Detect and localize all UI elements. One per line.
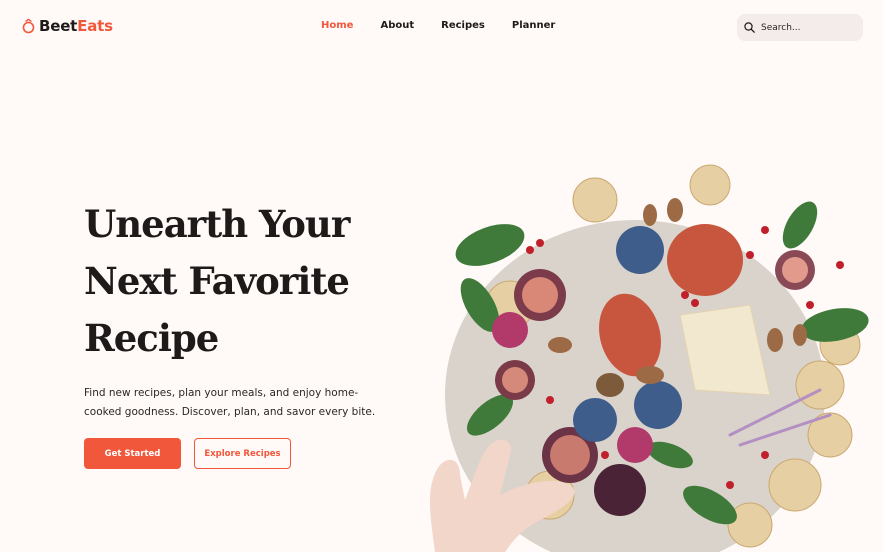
top-navigation-bar: BeetEats Home About Recipes Planner [0,0,883,56]
hero-title-line-3: Recipe [84,316,219,360]
hero-title-line-1: Unearth Your [84,202,350,246]
brand-logo[interactable]: BeetEats [22,17,113,35]
brand-name-part2: Eats [77,17,113,35]
search-box[interactable] [737,14,863,41]
get-started-button[interactable]: Get Started [84,438,181,469]
hero-title-line-2: Next Favorite [84,259,350,303]
nav-planner[interactable]: Planner [512,20,555,31]
food-platter-image [430,164,869,552]
beet-icon [22,18,35,34]
brand-name-part1: Beet [39,17,78,35]
nav-recipes[interactable]: Recipes [441,20,485,31]
nav-about[interactable]: About [380,20,414,31]
search-input[interactable] [761,22,856,33]
hero-title: Unearth Your Next Favorite Recipe [84,196,384,367]
nav-home[interactable]: Home [321,20,353,31]
explore-recipes-button[interactable]: Explore Recipes [194,438,291,469]
brand-name: BeetEats [39,17,113,35]
main-nav: Home About Recipes Planner [321,20,582,31]
search-icon [744,22,755,33]
hero-subtitle: Find new recipes, plan your meals, and e… [84,387,376,418]
